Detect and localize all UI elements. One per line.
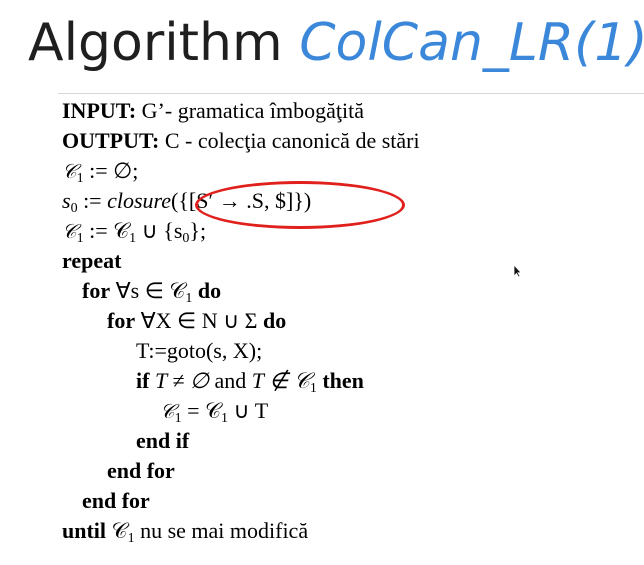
for-s-text: ∀s ∈ 𝒞 [110,278,186,303]
for-s-line: for ∀s ∈ 𝒞1 do [82,276,221,306]
and-text: and [214,368,247,393]
subscript: 1 [76,171,84,186]
divider [58,93,644,94]
s-symbol: s [62,188,71,213]
input-line: INPUT: G’- gramatica îmbogăţită [62,96,364,126]
if-keyword: if [136,368,150,393]
closure-fn: closure [107,188,172,213]
highlight-ellipse [195,181,405,229]
subscript: 1 [127,531,135,546]
for-x-text: ∀X ∈ N ∪ Σ [135,308,263,333]
union-line: 𝒞1 := 𝒞1 ∪ {s0}; [62,216,206,246]
end-for-inner-line: end for [107,458,175,483]
subscript: 1 [185,291,193,306]
c-symbol: 𝒞 [62,159,77,183]
init-text: := ∅; [89,158,139,183]
for-keyword: for [82,278,111,303]
until-c: 𝒞 [106,518,128,543]
assign-op: := [83,188,108,213]
until-keyword: until [62,518,107,543]
output-keyword: OUTPUT: [62,128,160,153]
goto-line: T:=goto(s, X); [136,338,263,363]
assign-tail: ∪ T [228,398,269,423]
subscript: 1 [309,381,317,396]
output-text: C - colecţia canonică de stări [159,128,420,153]
union-text-b: ∪ {s [136,218,183,243]
subscript: 1 [76,231,84,246]
do-keyword: do [263,308,287,333]
union-text-c: }; [189,218,207,243]
c-symbol: 𝒞 [160,399,175,423]
end-if-line: end if [136,428,190,453]
if-line: if T ≠ ∅ and T ∉ 𝒞1 then [136,366,364,396]
repeat-line: repeat [62,248,122,273]
subscript: 1 [174,411,182,426]
output-line: OUTPUT: C - colecţia canonică de stări [62,126,420,156]
assign-rest: = 𝒞 [181,398,222,423]
title-algorithm-name: ColCan_LR(1) [299,13,644,73]
input-text: G’- gramatica îmbogăţită [136,98,365,123]
c-symbol: 𝒞 [62,219,77,243]
then-keyword: then [322,368,364,393]
until-text: nu se mai modifică [134,518,309,543]
until-line: until 𝒞1 nu se mai modifică [62,516,308,546]
do-keyword: do [197,278,222,303]
init-line: 𝒞1 := ∅; [62,156,138,186]
slide-title: Algorithm ColCan_LR(1) [28,4,644,82]
assign-line: 𝒞1 = 𝒞1 ∪ T [160,396,268,426]
if-cond-b: T ∉ 𝒞 [246,368,310,393]
subscript: 0 [70,201,78,216]
input-keyword: INPUT: [62,98,137,123]
mouse-cursor-icon [513,264,522,278]
for-x-line: for ∀X ∈ N ∪ Σ do [107,306,286,336]
title-main: Algorithm [28,13,300,73]
if-cond-a: T ≠ ∅ [149,368,215,393]
for-keyword: for [107,308,136,333]
union-text: := 𝒞 [89,218,130,243]
subscript: 1 [221,411,229,426]
end-for-outer-line: end for [82,488,150,513]
